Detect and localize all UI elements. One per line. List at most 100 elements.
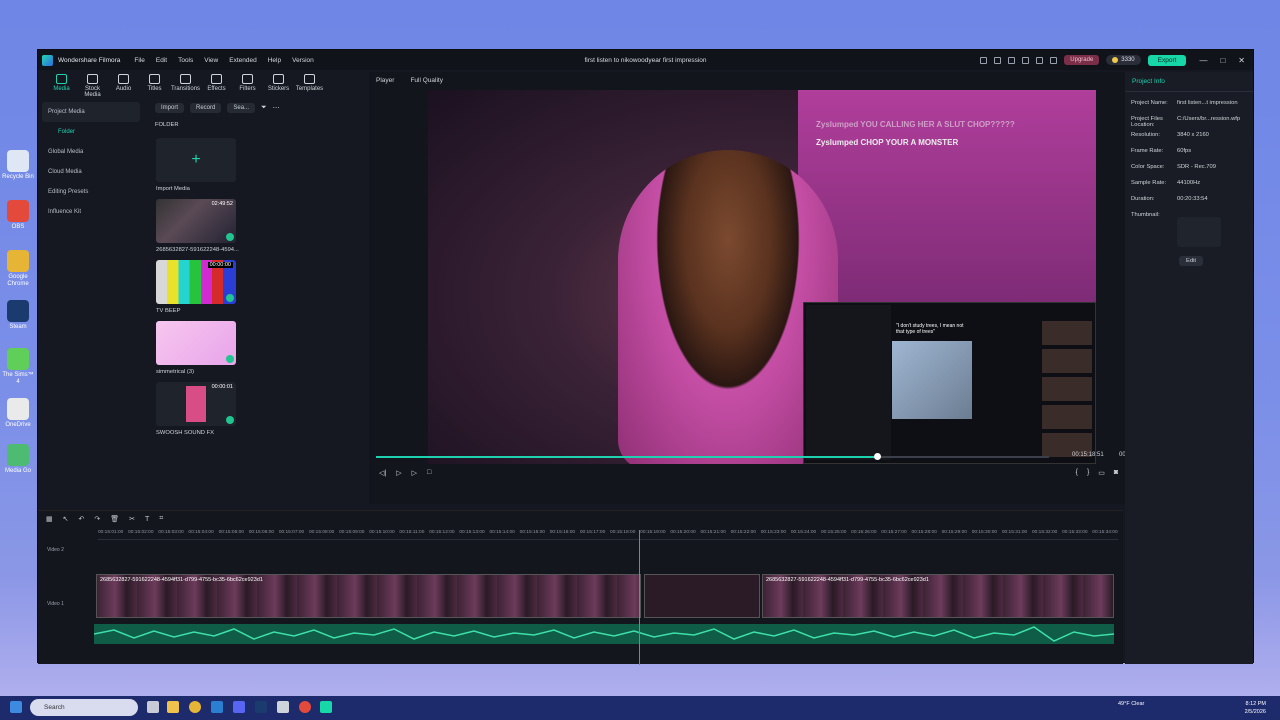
desktop-icon[interactable]: Media Go: [0, 444, 36, 475]
menu-item[interactable]: Edit: [156, 57, 167, 64]
sidebar-item-cloud-media[interactable]: Cloud Media: [42, 162, 140, 182]
timeline-ruler[interactable]: 00:15:01:00 00:15:02:00 00:15:03:00 00:15:0…: [98, 528, 1118, 540]
app-icon[interactable]: [277, 701, 289, 713]
edit-thumbnail-button[interactable]: Edit: [1179, 256, 1203, 266]
desktop-app-icon: [7, 444, 29, 466]
clock[interactable]: 8:12 PM 2/5/2026: [1245, 700, 1266, 716]
check-icon: [226, 294, 234, 302]
video-clip[interactable]: 2685632827-591622248-4594ff31-d799-4755-…: [96, 574, 641, 618]
chrome-icon[interactable]: [189, 701, 201, 713]
mark-out-icon[interactable]: }: [1087, 469, 1089, 477]
waveform: [94, 626, 1114, 642]
steam-icon[interactable]: [255, 701, 267, 713]
video-frame[interactable]: Zyslumped YOU CALLING HER A SLUT CHOP???…: [428, 90, 1096, 464]
prev-frame-icon[interactable]: ◁|: [379, 469, 386, 477]
snapshot-icon[interactable]: ◙: [1114, 469, 1118, 477]
delete-icon[interactable]: 🗑: [110, 515, 119, 523]
search-input[interactable]: Sea...: [227, 103, 256, 113]
sidebar-item-influence-kit[interactable]: Influence Kit: [42, 202, 140, 222]
desktop-icon[interactable]: OBS: [0, 200, 36, 231]
weather-widget[interactable]: 49°F Clear: [1118, 701, 1144, 707]
tab-icon: [149, 74, 160, 84]
select-icon[interactable]: ↖: [63, 515, 69, 523]
import-button[interactable]: Import: [155, 103, 185, 113]
import-media-tile[interactable]: +: [156, 138, 236, 182]
record-button[interactable]: Record: [190, 103, 222, 113]
media-item-simmetrical[interactable]: [156, 321, 236, 365]
account-icon[interactable]: [994, 56, 1002, 64]
minimize-button[interactable]: —: [1199, 56, 1207, 65]
filter-icon[interactable]: ⏷: [261, 104, 267, 112]
media-item-tv-beep[interactable]: 00:00:00: [156, 260, 236, 304]
text-icon[interactable]: T: [145, 516, 149, 523]
maximize-button[interactable]: □: [1220, 56, 1225, 65]
menu-item[interactable]: File: [134, 57, 144, 64]
desktop-app-icon: [7, 250, 29, 272]
file-explorer-icon[interactable]: [167, 701, 179, 713]
headset-icon[interactable]: [1050, 56, 1058, 64]
credits-badge[interactable]: 3330: [1106, 55, 1141, 65]
media-item-swoosh[interactable]: 00:00:01: [156, 382, 236, 426]
tab-templates[interactable]: Templates: [294, 70, 325, 98]
monitor-icon[interactable]: ▭: [1098, 469, 1105, 477]
menu-item[interactable]: Version: [292, 57, 314, 64]
discord-icon[interactable]: [233, 701, 245, 713]
stop-icon[interactable]: □: [427, 469, 431, 477]
tab-effects[interactable]: Effects: [201, 70, 232, 98]
cloud-icon[interactable]: [1036, 56, 1044, 64]
cut-icon[interactable]: ✂: [129, 515, 135, 523]
desktop-icon[interactable]: Google Chrome: [0, 250, 36, 288]
menu-item[interactable]: Help: [268, 57, 281, 64]
desktop-icon[interactable]: The Sims™ 4: [0, 348, 36, 386]
task-view-icon[interactable]: [147, 701, 159, 713]
obs-icon[interactable]: [299, 701, 311, 713]
more-icon[interactable]: ⋯: [273, 104, 280, 112]
desktop-icon[interactable]: OneDrive: [0, 398, 36, 429]
taskbar-search[interactable]: Search: [30, 699, 138, 716]
desktop-icon[interactable]: Recycle Bin: [0, 150, 36, 181]
sidebar-item-global-media[interactable]: Global Media: [42, 142, 140, 162]
tab-media[interactable]: Media: [46, 70, 77, 98]
tab-titles[interactable]: Titles: [139, 70, 170, 98]
tab-audio[interactable]: Audio: [108, 70, 139, 98]
tab-filters[interactable]: Filters: [232, 70, 263, 98]
tab-label: Effects: [207, 86, 226, 92]
video-clip[interactable]: 2685632827-591622248-4594ff31-d799-4755-…: [762, 574, 1114, 618]
sticker-clip[interactable]: [644, 574, 760, 618]
close-button[interactable]: ✕: [1238, 56, 1245, 65]
audio-waveform[interactable]: [94, 624, 1114, 644]
playhead[interactable]: [639, 530, 640, 665]
folder-label: FOLDER: [155, 122, 179, 128]
menu-item[interactable]: Tools: [178, 57, 193, 64]
filmora-taskbar-icon[interactable]: [320, 701, 332, 713]
play-alt-icon[interactable]: ▷: [412, 469, 417, 477]
menu-item[interactable]: View: [204, 57, 218, 64]
filmora-logo-icon: [42, 54, 53, 66]
edge-icon[interactable]: [211, 701, 223, 713]
export-button[interactable]: Export: [1147, 54, 1187, 66]
save-icon[interactable]: [1008, 56, 1016, 64]
redo-icon[interactable]: ↷: [94, 515, 100, 523]
project-info-tab[interactable]: Project Info: [1125, 72, 1253, 92]
sidebar-item-project-media[interactable]: Project Media: [42, 102, 140, 122]
tab-stickers[interactable]: Stickers: [263, 70, 294, 98]
undo-icon[interactable]: ↶: [79, 515, 85, 523]
menu-item[interactable]: Extended: [229, 57, 256, 64]
ruler-tick-label: 00:15:02:00: [128, 530, 154, 535]
windows-start-icon[interactable]: [10, 701, 22, 713]
ruler-tick-label: 00:15:11:00: [399, 530, 425, 535]
quality-select[interactable]: Full Quality: [410, 77, 443, 84]
upgrade-button[interactable]: Upgrade: [1064, 55, 1100, 65]
tab-stock-media[interactable]: Stock Media: [77, 70, 108, 98]
play-icon[interactable]: ▷: [396, 469, 401, 477]
layout-icon[interactable]: [1022, 56, 1030, 64]
gift-icon[interactable]: [980, 56, 988, 64]
media-item-video[interactable]: 02:49:52: [156, 199, 236, 243]
desktop-icon[interactable]: Steam: [0, 300, 36, 331]
sidebar-item-folder[interactable]: Folder: [42, 122, 140, 142]
mark-in-icon[interactable]: {: [1076, 469, 1078, 477]
sidebar-item-editing-presets[interactable]: Editing Presets: [42, 182, 140, 202]
layout-icon[interactable]: ▦: [46, 515, 53, 523]
tab-transitions[interactable]: Transitions: [170, 70, 201, 98]
crop-icon[interactable]: ⌗: [159, 515, 163, 523]
